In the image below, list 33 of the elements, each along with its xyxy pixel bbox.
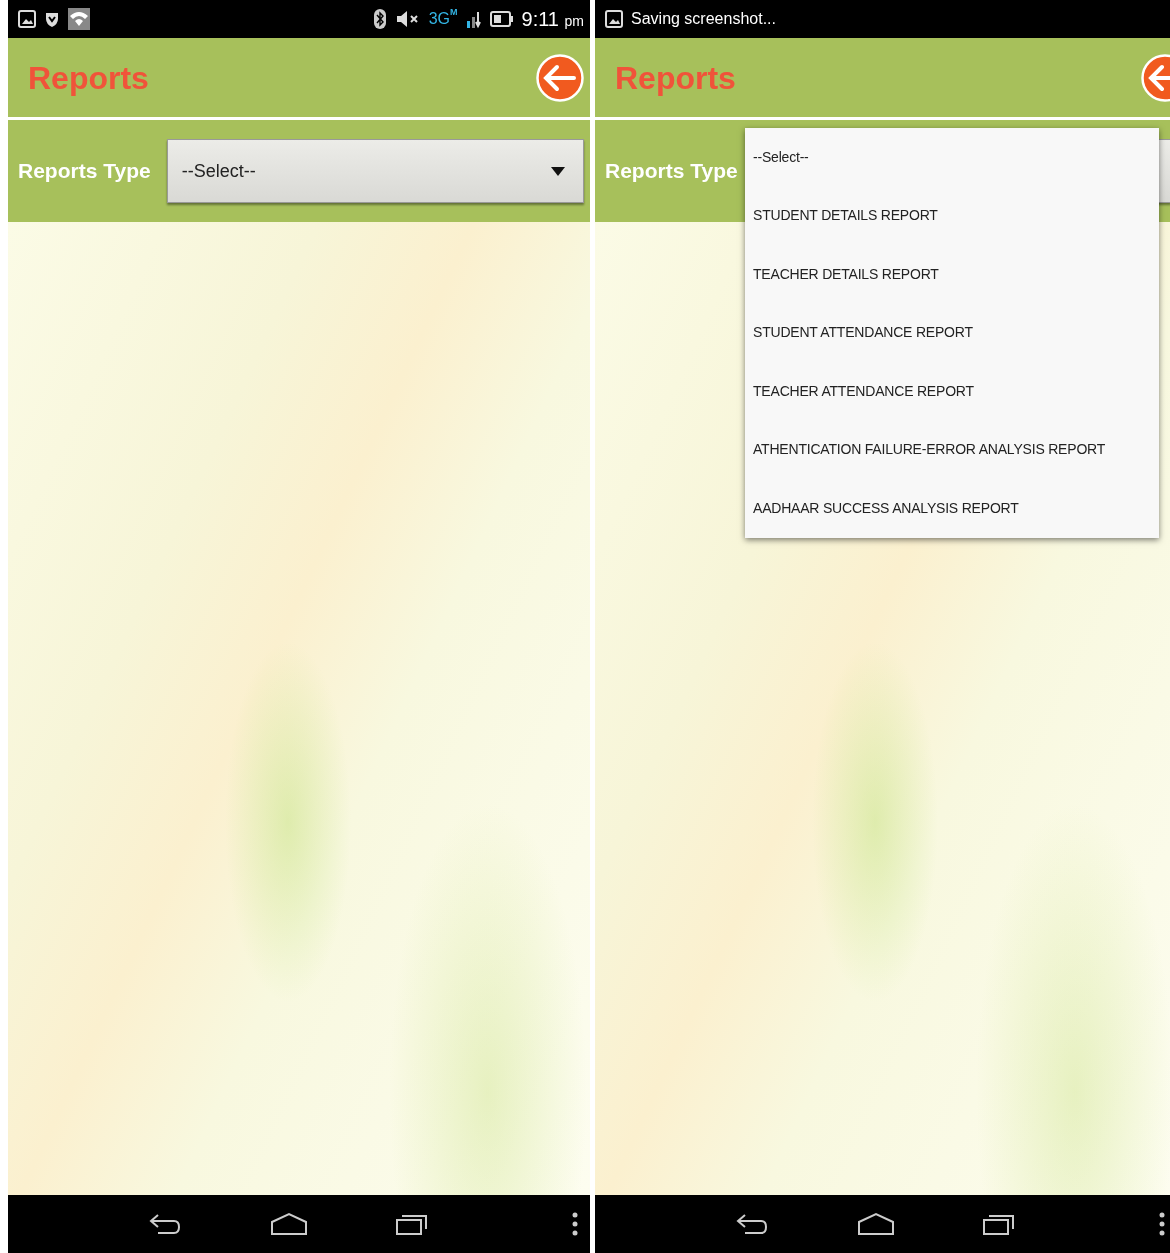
report-type-dropdown[interactable]: --Select-- xyxy=(166,139,584,203)
back-icon[interactable] xyxy=(148,1213,182,1235)
dropdown-option[interactable]: STUDENT ATTENDANCE REPORT xyxy=(745,303,1159,362)
battery-icon xyxy=(489,10,514,28)
dropdown-option[interactable]: ATHENTICATION FAILURE-ERROR ANALYSIS REPORT xyxy=(745,420,1159,479)
clock: 9:11 pm xyxy=(521,7,584,32)
field-label: Reports Type xyxy=(18,158,151,185)
dropdown-option[interactable]: STUDENT DETAILS REPORT xyxy=(745,186,1159,245)
bluetooth-icon xyxy=(372,8,387,30)
muted-speaker-icon xyxy=(394,9,421,29)
home-icon[interactable] xyxy=(857,1212,895,1236)
network-mode-indicator: M xyxy=(450,6,458,17)
recent-apps-icon[interactable] xyxy=(396,1212,428,1236)
field-label: Reports Type xyxy=(605,158,738,185)
screen-title: Reports xyxy=(615,58,736,98)
recent-apps-icon[interactable] xyxy=(983,1212,1015,1236)
network-type: 3G xyxy=(428,10,451,29)
dropdown-option[interactable]: --Select-- xyxy=(745,128,1159,187)
dropdown-option[interactable]: TEACHER ATTENDANCE REPORT xyxy=(745,362,1159,421)
dropdown-caret-icon xyxy=(551,166,565,176)
dropdown-option[interactable]: TEACHER DETAILS REPORT xyxy=(745,245,1159,304)
notification-text: Saving screenshot... xyxy=(631,9,776,29)
home-icon[interactable] xyxy=(270,1212,308,1236)
picture-icon xyxy=(18,10,36,28)
back-icon[interactable] xyxy=(735,1213,769,1235)
shield-icon xyxy=(44,10,60,28)
signal-icon xyxy=(465,9,482,29)
dropdown-option[interactable]: AADHAAR SUCCESS ANALYSIS REPORT xyxy=(745,479,1159,538)
picture-icon xyxy=(605,10,623,28)
screen-title: Reports xyxy=(28,58,149,98)
wifi-icon xyxy=(68,8,90,30)
overflow-menu-icon[interactable] xyxy=(1159,1212,1165,1236)
overflow-menu-icon[interactable] xyxy=(572,1212,578,1236)
